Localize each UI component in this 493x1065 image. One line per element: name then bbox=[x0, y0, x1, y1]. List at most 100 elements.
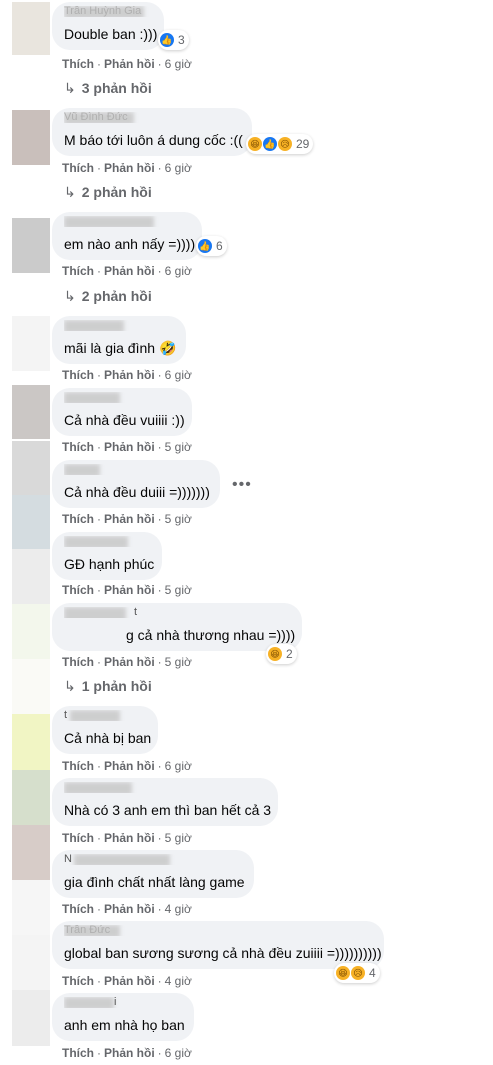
rofl-emoji-icon: 🤣 bbox=[158, 340, 177, 356]
avatar[interactable] bbox=[12, 385, 50, 439]
reply-button[interactable]: Phản hồi bbox=[104, 161, 155, 175]
avatar[interactable] bbox=[12, 441, 50, 495]
separator: · bbox=[97, 831, 101, 845]
more-options-icon[interactable]: ••• bbox=[232, 476, 252, 494]
reaction-count: 29 bbox=[296, 137, 310, 151]
avatar[interactable] bbox=[12, 2, 50, 55]
commenter-name bbox=[64, 536, 150, 547]
commenter-name: N bbox=[64, 854, 242, 865]
reply-button[interactable]: Phản hồi bbox=[104, 902, 155, 916]
reply-button[interactable]: Phản hồi bbox=[104, 368, 155, 382]
comment-bubble: GĐ hạnh phúc bbox=[52, 532, 162, 580]
separator: · bbox=[97, 759, 101, 773]
comment-text: anh em nhà họ ban bbox=[64, 1017, 185, 1033]
comment-bubble: i anh em nhà họ ban bbox=[52, 993, 194, 1041]
like-button[interactable]: Thích bbox=[62, 57, 94, 71]
avatar[interactable] bbox=[12, 935, 50, 990]
like-button[interactable]: Thích bbox=[62, 368, 94, 382]
view-replies-link[interactable]: ↳ 2 phản hồi bbox=[64, 183, 152, 201]
reply-button[interactable]: Phản hồi bbox=[104, 831, 155, 845]
reaction-count: 2 bbox=[286, 647, 293, 661]
comment-bubble: em nào anh nấy =)))) bbox=[52, 212, 202, 260]
comment-actions: Thích · Phản hồi · 6 giờ bbox=[62, 758, 192, 774]
reaction-summary[interactable]: 👍 6 bbox=[196, 236, 227, 256]
comment-actions: Thích · Phản hồi · 6 giờ bbox=[62, 160, 192, 176]
comment-time[interactable]: 5 giờ bbox=[165, 512, 192, 526]
avatar[interactable] bbox=[12, 110, 50, 165]
comment-time[interactable]: 6 giờ bbox=[165, 1046, 192, 1060]
reply-button[interactable]: Phản hồi bbox=[104, 264, 155, 278]
commenter-name[interactable]: Trần Đức bbox=[64, 925, 372, 936]
comment-time[interactable]: 5 giờ bbox=[165, 440, 192, 454]
comment-text: Cả nhà đều vuiiii :)) bbox=[64, 412, 185, 428]
comment-text: Cả nhà bị ban bbox=[64, 730, 152, 746]
view-replies-link[interactable]: ↳ 1 phản hồi bbox=[64, 677, 152, 695]
reply-button[interactable]: Phản hồi bbox=[104, 655, 155, 669]
comment-bubble: N gia đình chất nhất làng game bbox=[52, 850, 254, 898]
comment-text: Nhà có 3 anh em thì ban hết cả 3 bbox=[64, 802, 272, 818]
replies-label: 2 phản hồi bbox=[81, 184, 152, 200]
reaction-summary[interactable]: 😆 👍 😥 29 bbox=[246, 134, 314, 154]
comment-time[interactable]: 5 giờ bbox=[165, 655, 192, 669]
view-replies-link[interactable]: ↳ 2 phản hồi bbox=[64, 287, 152, 305]
reply-button[interactable]: Phản hồi bbox=[104, 512, 155, 526]
replies-label: 3 phản hồi bbox=[81, 80, 152, 96]
reply-button[interactable]: Phản hồi bbox=[104, 974, 155, 988]
comment-actions: Thích · Phản hồi · 5 giờ bbox=[62, 439, 192, 455]
comment-actions: Thích · Phản hồi · 5 giờ bbox=[62, 830, 192, 846]
comment-time[interactable]: 5 giờ bbox=[165, 583, 192, 597]
commenter-name[interactable]: Vũ Đình Đức bbox=[64, 112, 240, 123]
comment-text-content: mãi là gia đình bbox=[64, 340, 156, 356]
separator: · bbox=[97, 902, 101, 916]
like-button[interactable]: Thích bbox=[62, 440, 94, 454]
like-button[interactable]: Thích bbox=[62, 583, 94, 597]
reply-button[interactable]: Phản hồi bbox=[104, 583, 155, 597]
comment-time[interactable]: 6 giờ bbox=[165, 368, 192, 382]
comment-text: em nào anh nấy =)))) bbox=[64, 236, 196, 252]
like-button[interactable]: Thích bbox=[62, 902, 94, 916]
view-replies-link[interactable]: ↳ 3 phản hồi bbox=[64, 79, 152, 97]
separator: · bbox=[97, 974, 101, 988]
comment-time[interactable]: 4 giờ bbox=[165, 902, 192, 916]
comment-text: mãi là gia đình 🤣 bbox=[64, 339, 177, 357]
like-button[interactable]: Thích bbox=[62, 512, 94, 526]
avatar[interactable] bbox=[12, 770, 50, 825]
reaction-summary[interactable]: 😆 😥 4 bbox=[334, 963, 380, 983]
reaction-summary[interactable]: 👍 3 bbox=[158, 30, 189, 50]
separator: · bbox=[157, 440, 162, 454]
reaction-count: 6 bbox=[216, 239, 223, 253]
comment-text: GĐ hạnh phúc bbox=[64, 556, 155, 572]
comment-time[interactable]: 6 giờ bbox=[165, 161, 192, 175]
comment-time[interactable]: 6 giờ bbox=[165, 759, 192, 773]
reply-button[interactable]: Phản hồi bbox=[104, 759, 155, 773]
avatar[interactable] bbox=[12, 549, 50, 604]
avatar[interactable] bbox=[12, 316, 50, 371]
avatar[interactable] bbox=[12, 990, 50, 1046]
comment-time[interactable]: 6 giờ bbox=[165, 264, 192, 278]
like-button[interactable]: Thích bbox=[62, 831, 94, 845]
haha-reaction-icon: 😆 bbox=[268, 647, 282, 661]
like-button[interactable]: Thích bbox=[62, 1046, 94, 1060]
separator: · bbox=[157, 512, 162, 526]
comment-time[interactable]: 4 giờ bbox=[165, 974, 192, 988]
comment-time[interactable]: 5 giờ bbox=[165, 831, 192, 845]
comment-time[interactable]: 6 giờ bbox=[165, 57, 192, 71]
avatar[interactable] bbox=[12, 604, 50, 659]
separator: · bbox=[97, 1046, 101, 1060]
like-button[interactable]: Thích bbox=[62, 759, 94, 773]
like-button[interactable]: Thích bbox=[62, 161, 94, 175]
reaction-count: 4 bbox=[369, 966, 376, 980]
reply-button[interactable]: Phản hồi bbox=[104, 57, 155, 71]
like-button[interactable]: Thích bbox=[62, 974, 94, 988]
like-button[interactable]: Thích bbox=[62, 655, 94, 669]
reply-button[interactable]: Phản hồi bbox=[104, 440, 155, 454]
comment-bubble: mãi là gia đình 🤣 bbox=[52, 316, 186, 364]
replies-label: 2 phản hồi bbox=[81, 288, 152, 304]
avatar[interactable] bbox=[12, 218, 50, 273]
avatar[interactable] bbox=[12, 880, 50, 935]
reply-button[interactable]: Phản hồi bbox=[104, 1046, 155, 1060]
commenter-name[interactable]: Trần Huỳnh Gia bbox=[64, 6, 152, 17]
reaction-summary[interactable]: 😆 2 bbox=[266, 644, 297, 664]
avatar[interactable] bbox=[12, 714, 50, 770]
like-button[interactable]: Thích bbox=[62, 264, 94, 278]
